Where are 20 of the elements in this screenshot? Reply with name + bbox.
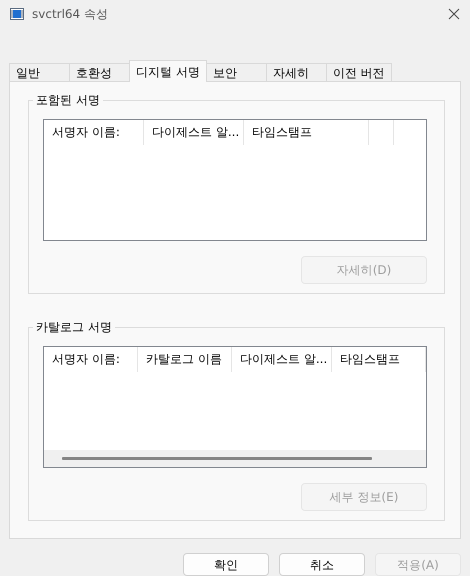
cancel-button[interactable]: 취소 [279,553,365,576]
group-title: 카탈로그 서명 [33,319,115,336]
tab[interactable]: 일반 [9,63,70,82]
signature-list[interactable]: 서명자 이름: 다이제스트 알... 타임스탬프 [43,119,427,242]
column-header[interactable]: 서명자 이름: [44,120,144,146]
column-header[interactable]: 타임스탬프 [332,347,426,372]
app-icon [10,8,24,20]
tab[interactable]: 디지털 서명 [129,60,207,82]
group-title: 포함된 서명 [33,92,103,108]
horizontal-scrollbar[interactable] [44,450,426,468]
column-header[interactable]: 다이제스트 알... [232,347,332,372]
column-header[interactable]: 서명자 이름: [44,347,138,372]
close-icon[interactable] [448,8,460,20]
window-title: svctrl64 속성 [32,6,108,22]
column-header[interactable]: 카탈로그 이름 [138,347,232,372]
column-header[interactable]: 다이제스트 알... [144,120,244,146]
tab[interactable]: 이전 버전 [326,63,392,82]
signature-list[interactable]: 서명자 이름: 카탈로그 이름 다이제스트 알... 타임스탬프 [43,346,427,468]
ok-button[interactable]: 확인 [183,553,269,576]
column-header[interactable]: 타임스탬프 [244,120,369,146]
